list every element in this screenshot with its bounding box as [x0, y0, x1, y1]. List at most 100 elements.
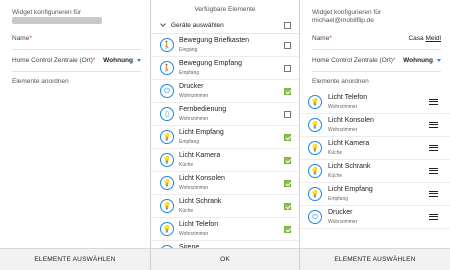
name-field[interactable]: Name* Casa Meidl [312, 28, 441, 50]
list-item[interactable]: ⏻ Drucker Wohnzimmer [151, 80, 299, 103]
required-marker: * [392, 57, 396, 64]
item-room: Eingang [179, 47, 198, 53]
header-email: michael@mobilflip.de [312, 17, 374, 24]
item-room: Küche [328, 150, 343, 156]
zentrale-field[interactable]: Home Control Zentrale (Ort)* Wohnung [312, 50, 441, 72]
header-title: Widget konfigurieren für [312, 9, 382, 16]
item-room: Empfang [179, 70, 200, 76]
list-item[interactable]: 💡 Licht Telefon Wohnzimmer [300, 91, 450, 114]
item-checkbox[interactable] [284, 226, 291, 233]
list-item[interactable]: 💡 Licht Empfang Empfang [300, 183, 450, 206]
drag-handle-icon[interactable] [429, 99, 438, 105]
name-value-underlined: Meidl [425, 35, 441, 42]
list-item[interactable]: 💡 Licht Konsolen Wohnzimmer [300, 114, 450, 137]
item-name: Bewegung Briefkasten [179, 37, 250, 44]
drag-handle-icon[interactable] [429, 214, 438, 220]
section-label: Elemente anordnen [312, 78, 369, 85]
bulb-icon: 💡 [308, 187, 322, 201]
bulb-icon: 💡 [160, 153, 174, 167]
bulb-icon: 💡 [160, 176, 174, 190]
item-room: Küche [179, 162, 194, 168]
select-elements-button[interactable]: ELEMENTE AUSWÄHLEN [0, 248, 150, 270]
plug-icon: ⏻ [308, 210, 322, 224]
item-room: Wohnzimmer [179, 231, 209, 237]
list-item[interactable]: 💡 Licht Kamera Küche [151, 149, 299, 172]
list-item[interactable]: ⏻ Drucker Wohnzimmer [300, 206, 450, 229]
item-room: Empfang [179, 139, 200, 145]
list-item[interactable]: 💡 Licht Konsolen Wohnzimmer [151, 172, 299, 195]
bulb-icon: 💡 [308, 141, 322, 155]
widget-config-header: Widget konfigurieren für [0, 0, 150, 25]
bulb-icon: 💡 [160, 222, 174, 236]
item-room: Wohnzimmer [179, 116, 209, 122]
list-item[interactable]: ▯ Fernbedienung Wohnzimmer [151, 103, 299, 126]
select-all-checkbox[interactable] [284, 22, 291, 29]
item-checkbox[interactable] [284, 65, 291, 72]
drag-handle-icon[interactable] [429, 145, 438, 151]
item-checkbox[interactable] [284, 88, 291, 95]
arranged-element-list: 💡 Licht Telefon Wohnzimmer 💡 Licht Konsolen W… [300, 91, 450, 229]
list-item[interactable]: 💡 Licht Empfang Empfang [151, 126, 299, 149]
bulb-icon: 💡 [160, 199, 174, 213]
drag-handle-icon[interactable] [429, 191, 438, 197]
zentrale-field[interactable]: Home Control Zentrale (Ort)* Wohnung [12, 50, 141, 73]
zentrale-value: Wohnung [103, 57, 133, 65]
zentrale-value: Wohnung [403, 57, 433, 64]
item-checkbox[interactable] [284, 42, 291, 49]
element-list: 🚶 Bewegung Briefkasten Eingang 🚶 Bewegung Em… [151, 34, 299, 264]
select-elements-button[interactable]: ELEMENTE AUSWÄHLEN [300, 248, 450, 270]
list-item[interactable]: 💡 Licht Schrank Küche [300, 160, 450, 183]
drag-handle-icon[interactable] [429, 168, 438, 174]
item-room: Wohnzimmer [328, 127, 358, 133]
item-name: Licht Konsolen [328, 117, 374, 124]
zentrale-dropdown[interactable]: Wohnung [403, 50, 441, 72]
item-name: Licht Empfang [328, 186, 373, 193]
list-item[interactable]: 💡 Licht Telefon Wohnzimmer [151, 218, 299, 241]
dropdown-arrow-icon [437, 58, 441, 62]
plug-icon: ⏻ [160, 84, 174, 98]
redacted-email [12, 17, 102, 24]
item-name: Licht Schrank [179, 198, 222, 205]
zentrale-label: Home Control Zentrale (Ort) [12, 57, 93, 65]
required-marker: * [29, 35, 32, 43]
item-name: Licht Kamera [328, 140, 370, 147]
item-name: Drucker [328, 209, 353, 216]
zentrale-dropdown[interactable]: Wohnung [103, 50, 141, 72]
item-name: Licht Telefon [328, 94, 368, 101]
list-item[interactable]: 🚶 Bewegung Briefkasten Eingang [151, 34, 299, 57]
drag-handle-icon[interactable] [429, 122, 438, 128]
list-item[interactable]: 💡 Licht Kamera Küche [300, 137, 450, 160]
right-panel: Widget konfigurieren für michael@mobilfl… [300, 0, 450, 270]
item-checkbox[interactable] [284, 157, 291, 164]
list-item[interactable]: 🚶 Bewegung Empfang Empfang [151, 57, 299, 80]
list-item[interactable]: 💡 Licht Schrank Küche [151, 195, 299, 218]
item-checkbox[interactable] [284, 203, 291, 210]
item-checkbox[interactable] [284, 111, 291, 118]
available-elements-dialog: Verfügbare Elemente Geräte auswählen 🚶 Be… [150, 0, 300, 270]
item-room: Wohnzimmer [179, 93, 209, 99]
left-panel: Widget konfigurieren für Name* Home Cont… [0, 0, 150, 270]
name-value-text: Casa [408, 35, 426, 42]
remote-icon: ▯ [160, 107, 174, 121]
zentrale-label: Home Control Zentrale (Ort) [312, 57, 393, 64]
dropdown-arrow-icon [137, 59, 141, 62]
header-title: Widget konfigurieren für [12, 9, 82, 16]
item-name: Licht Telefon [179, 221, 219, 228]
name-field[interactable]: Name* [12, 28, 141, 51]
item-room: Wohnzimmer [179, 185, 209, 191]
chevron-down-icon [160, 21, 166, 27]
item-name: Bewegung Empfang [179, 60, 243, 67]
item-name: Licht Empfang [179, 129, 224, 136]
select-all-row[interactable]: Geräte auswählen [151, 17, 299, 34]
item-room: Küche [328, 173, 343, 179]
required-marker: * [92, 57, 96, 65]
name-label: Name [12, 35, 30, 43]
item-checkbox[interactable] [284, 134, 291, 141]
required-marker: * [329, 35, 332, 42]
item-checkbox[interactable] [284, 180, 291, 187]
name-value[interactable]: Casa Meidl [408, 28, 441, 50]
item-name: Licht Schrank [328, 163, 371, 170]
motion-icon: 🚶 [160, 61, 174, 75]
ok-button[interactable]: OK [151, 248, 299, 270]
dialog-title: Verfügbare Elemente [194, 6, 256, 13]
